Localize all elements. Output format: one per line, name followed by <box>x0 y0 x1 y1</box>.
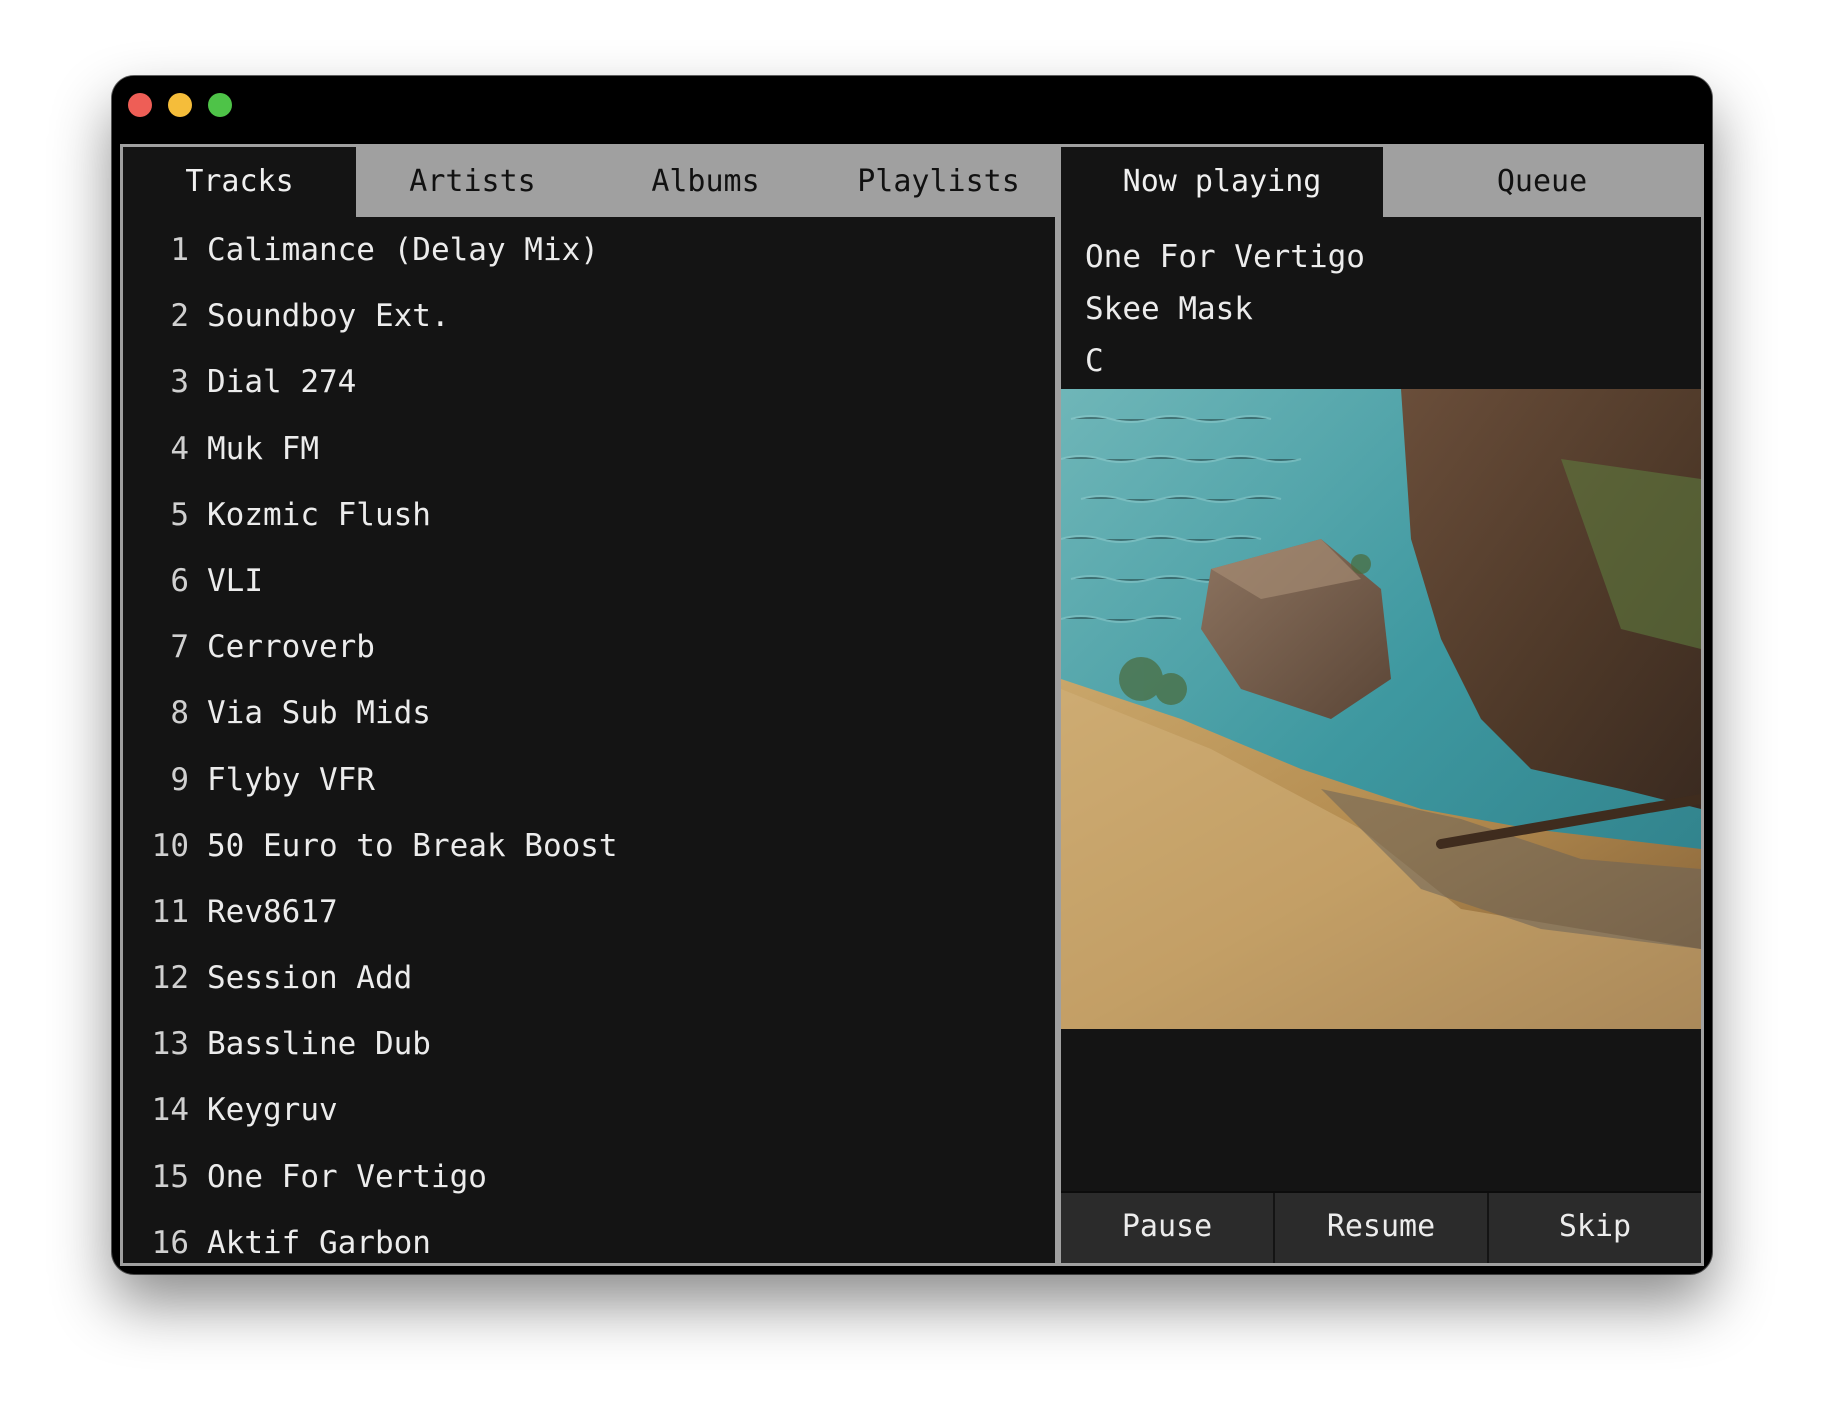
track-number: 15 <box>151 1158 189 1195</box>
track-row[interactable]: 16 Aktif Garbon <box>123 1210 1055 1263</box>
track-number: 11 <box>151 893 189 930</box>
track-number: 16 <box>151 1224 189 1261</box>
library-panel: Tracks Artists Albums Playlists 1 Caliman… <box>123 147 1055 1263</box>
track-row[interactable]: 10 50 Euro to Break Boost <box>123 813 1055 879</box>
now-playing-title: One For Vertigo <box>1085 239 1365 275</box>
track-row[interactable]: 4 Muk FM <box>123 416 1055 482</box>
pause-button[interactable]: Pause <box>1061 1193 1275 1263</box>
track-row[interactable]: 1 Calimance (Delay Mix) <box>123 217 1055 283</box>
tab-albums[interactable]: Albums <box>589 147 822 217</box>
title-bar[interactable] <box>112 76 1712 144</box>
track-number: 3 <box>170 364 189 401</box>
close-window-button[interactable] <box>128 93 152 117</box>
track-row[interactable]: 8 Via Sub Mids <box>123 680 1055 746</box>
track-title: Via Sub Mids <box>207 695 431 732</box>
track-title: Flyby VFR <box>207 761 375 798</box>
track-title: 50 Euro to Break Boost <box>207 827 618 864</box>
now-playing-artist: Skee Mask <box>1085 291 1253 327</box>
track-row[interactable]: 11 Rev8617 <box>123 879 1055 945</box>
player-panel: Now playing Queue One For Vertigo Skee M… <box>1061 147 1701 1263</box>
track-title: Calimance (Delay Mix) <box>207 232 599 268</box>
track-title: Muk FM <box>207 430 319 467</box>
track-number: 4 <box>170 430 189 467</box>
track-title: Session Add <box>207 960 413 997</box>
skip-button[interactable]: Skip <box>1489 1193 1701 1263</box>
window-content: Tracks Artists Albums Playlists 1 Caliman… <box>120 144 1704 1266</box>
track-number: 8 <box>170 695 189 732</box>
track-number: 10 <box>151 827 189 864</box>
track-row[interactable]: 2 Soundboy Ext. <box>123 283 1055 349</box>
library-tabs: Tracks Artists Albums Playlists <box>123 147 1055 217</box>
track-title: Bassline Dub <box>207 1026 431 1063</box>
player-tabs: Now playing Queue <box>1061 147 1701 217</box>
track-number: 2 <box>170 298 189 335</box>
track-number: 7 <box>170 629 189 666</box>
tab-queue[interactable]: Queue <box>1383 147 1701 217</box>
tab-now-playing[interactable]: Now playing <box>1061 147 1383 217</box>
track-row[interactable]: 14 Keygruv <box>123 1077 1055 1143</box>
track-row[interactable]: 3 Dial 274 <box>123 349 1055 415</box>
track-title: One For Vertigo <box>207 1158 487 1195</box>
track-title: Rev8617 <box>207 893 338 930</box>
minimize-window-button[interactable] <box>168 93 192 117</box>
track-number: 6 <box>170 562 189 599</box>
track-row[interactable]: 7 Cerroverb <box>123 614 1055 680</box>
track-row[interactable]: 5 Kozmic Flush <box>123 482 1055 548</box>
track-row[interactable]: 13 Bassline Dub <box>123 1011 1055 1077</box>
tab-artists[interactable]: Artists <box>356 147 589 217</box>
track-title: Cerroverb <box>207 629 375 666</box>
zoom-window-button[interactable] <box>208 93 232 117</box>
track-number: 9 <box>170 761 189 798</box>
track-number: 5 <box>170 496 189 533</box>
track-title: VLI <box>207 562 263 599</box>
track-title: Keygruv <box>207 1092 338 1129</box>
track-title: Kozmic Flush <box>207 496 431 533</box>
track-row[interactable]: 12 Session Add <box>123 945 1055 1011</box>
track-title: Soundboy Ext. <box>207 298 450 335</box>
tab-playlists[interactable]: Playlists <box>822 147 1055 217</box>
album-art-image <box>1061 389 1701 1029</box>
track-title: Aktif Garbon <box>207 1224 431 1261</box>
app-window: Tracks Artists Albums Playlists 1 Caliman… <box>112 76 1712 1274</box>
track-row[interactable]: 9 Flyby VFR <box>123 747 1055 813</box>
track-number: 12 <box>151 960 189 997</box>
resume-button[interactable]: Resume <box>1275 1193 1489 1263</box>
track-number: 13 <box>151 1026 189 1063</box>
track-list[interactable]: 1 Calimance (Delay Mix) 2 Soundboy Ext. 3D… <box>123 217 1055 1263</box>
track-title: Dial 274 <box>207 364 357 401</box>
track-row[interactable]: 15 One For Vertigo <box>123 1144 1055 1210</box>
playback-controls: Pause Resume Skip <box>1061 1191 1701 1263</box>
tab-tracks[interactable]: Tracks <box>123 147 356 217</box>
track-number: 14 <box>151 1092 189 1129</box>
track-row[interactable]: 6 VLI <box>123 548 1055 614</box>
now-playing-album: C <box>1085 343 1104 379</box>
track-number: 1 <box>170 232 189 268</box>
now-playing-info: One For Vertigo Skee Mask C <box>1061 217 1701 389</box>
